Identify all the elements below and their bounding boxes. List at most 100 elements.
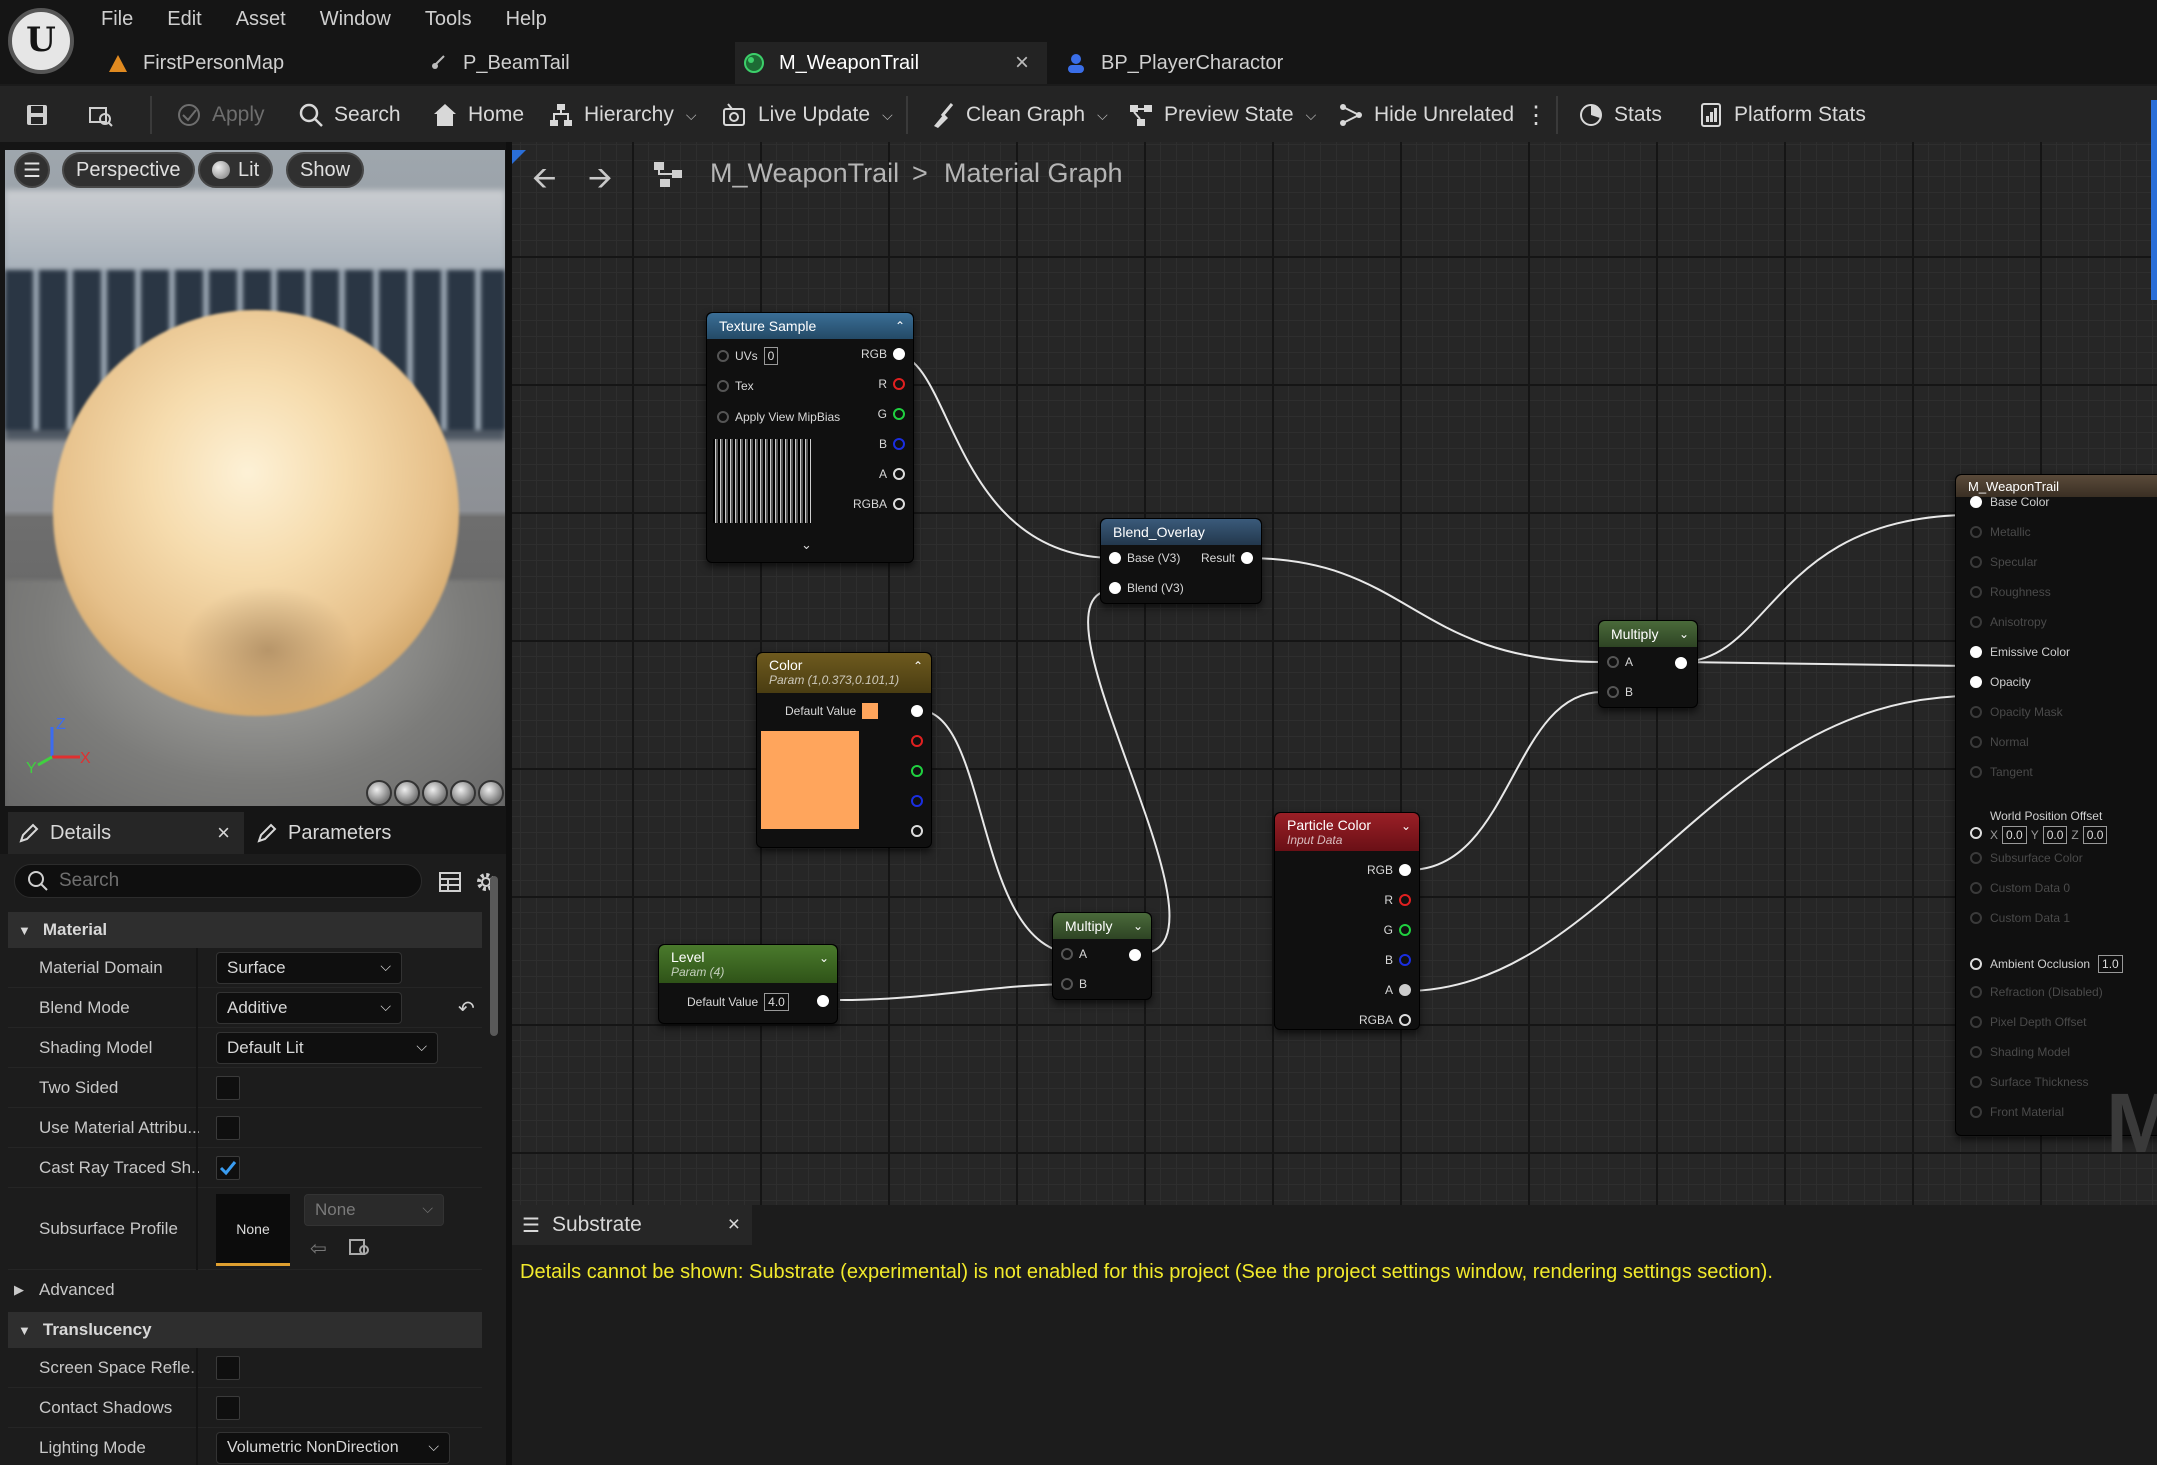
cylinder-preview-icon[interactable] [366,780,392,806]
pin-metallic[interactable]: Metallic [1970,525,2031,539]
pin-ambient-occlusion[interactable]: Ambient Occlusion 1.0 [1970,955,2123,973]
perspective-button[interactable]: Perspective [62,152,195,188]
menu-tools[interactable]: Tools [425,4,472,34]
expand-chevron-icon[interactable]: ⌄ [801,537,812,553]
pin-rgba[interactable]: RGBA [1359,1013,1411,1027]
pin-opacity-mask[interactable]: Opacity Mask [1970,705,2063,719]
pin-custom-data-1[interactable]: Custom Data 1 [1970,911,2070,925]
preview-viewport[interactable] [5,150,505,806]
output-pin-b-icon[interactable] [911,795,923,807]
pin-refraction-disabled[interactable]: Refraction (Disabled) [1970,985,2103,999]
pin-result[interactable]: Result [1201,551,1253,565]
hierarchy-button[interactable]: Hierarchy ⌵ [548,86,696,144]
pin-opacity[interactable]: Opacity [1970,675,2031,689]
browse-folder-icon[interactable] [348,1236,372,1258]
stats-button[interactable]: Stats [1578,86,1662,144]
collapse-chevron-icon[interactable]: ⌄ [1133,919,1143,933]
show-button[interactable]: Show [286,152,365,188]
tab-details[interactable]: Details × [8,812,244,854]
close-details-icon[interactable]: × [217,820,230,846]
node-texture-sample[interactable]: Texture Sample ⌃ UVs 0 Tex Apply View Mip… [706,312,914,563]
pin-tex[interactable]: Tex [717,379,754,393]
pin-g[interactable]: G [1384,923,1411,937]
wpo-x-value[interactable]: 0.0 [2002,826,2027,844]
menu-file[interactable]: File [101,4,133,34]
sphere-preview-icon[interactable] [394,780,420,806]
menu-edit[interactable]: Edit [167,4,201,34]
lighting-mode-dropdown[interactable]: Volumetric NonDirection ⌵ [216,1432,450,1464]
pin-a[interactable]: A [1607,655,1633,669]
contact-shadows-checkbox[interactable] [216,1396,240,1420]
tab-substrate[interactable]: ☰ Substrate × [512,1205,752,1245]
pin-blend[interactable]: Blend (V3) [1109,581,1184,595]
collapse-chevron-icon[interactable]: ⌄ [1679,627,1689,641]
pin-shading-model[interactable]: Shading Model [1970,1045,2070,1059]
tab-firstpersonmap[interactable]: FirstPersonMap [107,42,407,84]
node-multiply-1[interactable]: Multiply ⌄ A B [1598,620,1698,708]
material-graph-canvas[interactable]: 🡨 🡪 M_WeaponTrail > Material Graph Textu… [512,142,2157,1205]
output-pin-icon[interactable] [817,995,829,1007]
close-substrate-icon[interactable]: × [728,1213,740,1237]
pin-surface-thickness[interactable]: Surface Thickness [1970,1075,2089,1089]
color-swatch-small[interactable] [862,703,879,719]
preview-state-button[interactable]: Preview State ⌵ [1128,86,1316,144]
level-value[interactable]: 4.0 [764,993,789,1011]
output-pin-a-icon[interactable] [911,825,923,837]
shading-model-dropdown[interactable]: Default Lit ⌵ [216,1032,438,1064]
wpo-y-value[interactable]: 0.0 [2042,826,2068,844]
pin-rgb[interactable]: RGB [1367,863,1411,877]
pin-anisotropy[interactable]: Anisotropy [1970,615,2047,629]
output-pin-icon[interactable] [911,705,923,717]
more-options-icon[interactable]: ⋮ [1524,86,1548,144]
pin-specular[interactable]: Specular [1970,555,2037,569]
pin-base-color[interactable]: Base Color [1970,495,2049,509]
save-button[interactable] [24,86,50,144]
viewport-options-button[interactable]: ☰ [14,152,50,188]
cast-ray-traced-checkbox[interactable] [216,1156,240,1180]
pin-subsurface-color[interactable]: Subsurface Color [1970,851,2083,865]
details-scrollbar[interactable] [490,876,498,1036]
subsurface-profile-thumbnail[interactable]: None [216,1194,290,1266]
menu-help[interactable]: Help [506,4,547,34]
two-sided-checkbox[interactable] [216,1076,240,1100]
pin-apply-view-mipbias[interactable]: Apply View MipBias [717,410,840,424]
pin-b[interactable]: B [879,437,905,451]
tab-parameters[interactable]: Parameters [256,812,492,854]
pin-a[interactable]: A [879,467,905,481]
reset-to-default-icon[interactable]: ↶ [458,996,475,1021]
node-color-param[interactable]: Color Param (1,0.373,0.101,1) ⌃ Default … [756,652,932,848]
uvs-value[interactable]: 0 [763,347,779,365]
category-material[interactable]: ▼ Material [8,912,482,948]
output-pin-icon[interactable] [1129,949,1141,961]
hide-unrelated-button[interactable]: Hide Unrelated [1338,86,1514,144]
category-translucency[interactable]: ▼ Translucency [8,1312,482,1348]
apply-button[interactable]: Apply [176,86,265,144]
cube-preview-icon[interactable] [450,780,476,806]
node-level-param[interactable]: Level Param (4) ⌄ Default Value 4.0 [658,944,838,1024]
pin-uvs[interactable]: UVs 0 [717,347,779,365]
platform-stats-button[interactable]: Platform Stats [1698,86,1866,144]
collapse-chevron-icon[interactable]: ⌄ [1401,819,1411,833]
collapse-chevron-icon[interactable]: ⌃ [895,319,905,333]
pin-world-position-offset[interactable]: World Position Offset X 0.0 Y 0.0 Z 0.0 [1970,809,2108,844]
tab-p-beamtail[interactable]: P_BeamTail [427,42,727,84]
material-domain-dropdown[interactable]: Surface ⌵ [216,952,402,984]
pin-r[interactable]: R [1384,893,1411,907]
use-material-attributes-checkbox[interactable] [216,1116,240,1140]
pin-base[interactable]: Base (V3) [1109,551,1180,565]
collapse-chevron-icon[interactable]: ⌃ [913,659,923,673]
table-view-icon[interactable] [438,870,462,894]
blend-mode-dropdown[interactable]: Additive ⌵ [216,992,402,1024]
node-multiply-2[interactable]: Multiply ⌄ A B [1052,912,1152,1000]
wpo-z-value[interactable]: 0.0 [2082,826,2108,844]
browse-asset-button[interactable] [88,86,114,144]
row-advanced[interactable]: ▶ Advanced [8,1270,482,1310]
use-selected-asset-icon[interactable]: ⇦ [310,1236,327,1261]
plane-preview-icon[interactable] [422,780,448,806]
screen-space-reflections-checkbox[interactable] [216,1356,240,1380]
pin-g[interactable]: G [878,407,905,421]
close-tab-icon[interactable]: × [1015,49,1029,77]
search-button[interactable]: Search [298,86,401,144]
pin-r[interactable]: R [878,377,905,391]
lit-button[interactable]: Lit [198,152,274,188]
